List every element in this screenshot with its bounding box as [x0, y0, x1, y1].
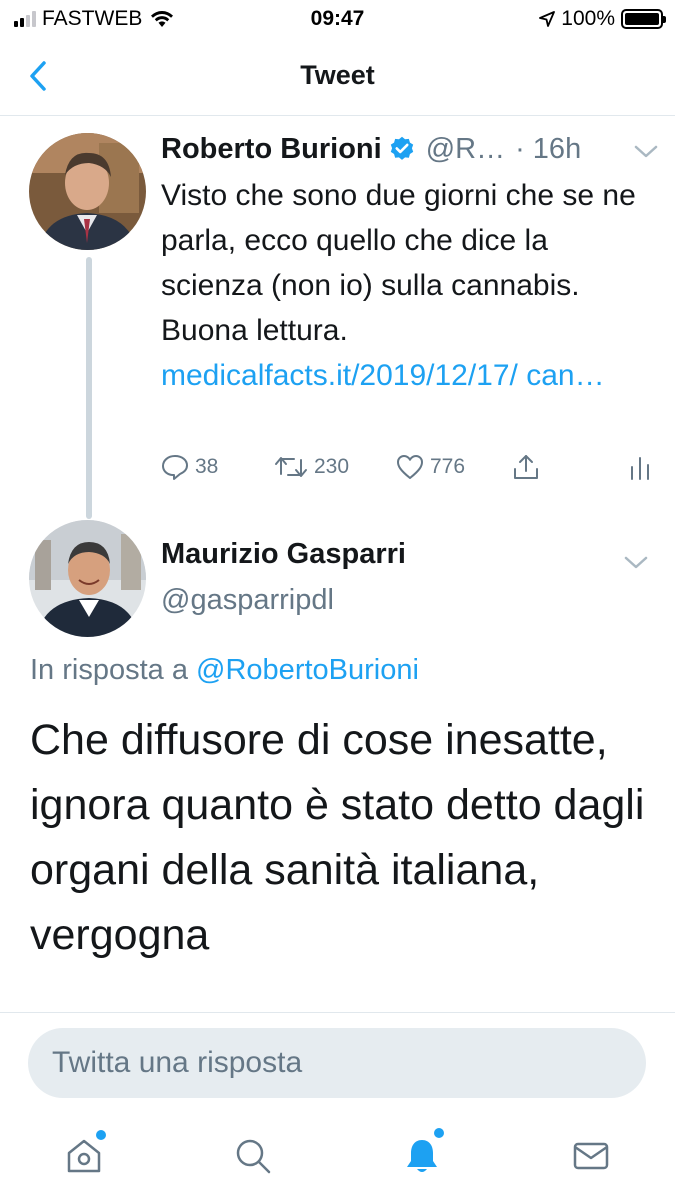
reply-action[interactable]: 38 [161, 454, 274, 480]
retweet-count: 230 [314, 455, 350, 478]
like-action[interactable]: 776 [396, 454, 512, 480]
chevron-down-icon[interactable] [631, 141, 661, 161]
author-name[interactable]: Maurizio Gasparri [161, 538, 406, 571]
carrier-name: FASTWEB [42, 7, 143, 30]
retweet-action[interactable]: 230 [274, 454, 396, 480]
home-notification-dot [96, 1130, 107, 1140]
signal-icon [14, 11, 36, 27]
share-icon [514, 455, 538, 479]
tweet-body: Visto che sono due giorni che se ne parl… [161, 179, 636, 347]
share-action[interactable] [512, 453, 617, 481]
reply-icon [162, 455, 188, 480]
tweet-text: Visto che sono due giorni che se ne parl… [161, 173, 641, 398]
battery-fill [625, 13, 659, 25]
notifications-icon [406, 1140, 437, 1172]
messages-icon [573, 1142, 608, 1170]
reply-bar [0, 1012, 675, 1112]
nav-bar: Tweet [0, 40, 675, 116]
tab-notifications[interactable] [382, 1116, 462, 1196]
heart-icon [397, 455, 423, 479]
battery-icon [621, 9, 666, 29]
home-icon [68, 1139, 101, 1173]
tab-messages[interactable] [551, 1116, 631, 1196]
tweet-time: · 16h [515, 132, 582, 165]
tab-home[interactable] [44, 1116, 124, 1196]
status-right: 100% [539, 7, 666, 31]
author-name[interactable]: Roberto Burioni [161, 133, 382, 166]
analytics-icon [631, 457, 649, 480]
reply-mention-link[interactable]: @RobertoBurioni [196, 654, 419, 686]
search-icon [236, 1139, 271, 1174]
avatar-roberto-burioni[interactable] [29, 133, 146, 250]
chevron-down-icon[interactable] [621, 552, 651, 572]
reply-count: 38 [195, 455, 219, 478]
wifi-icon [151, 11, 174, 27]
battery-percent: 100% [561, 7, 615, 30]
avatar-maurizio-gasparri[interactable] [29, 520, 146, 637]
analytics-action[interactable] [629, 454, 651, 480]
like-count: 776 [430, 455, 466, 478]
reply-input[interactable] [28, 1028, 646, 1098]
tab-bar [0, 1112, 675, 1200]
status-left: FASTWEB [14, 7, 174, 31]
author-handle[interactable]: @gasparripdl [161, 584, 334, 617]
verified-badge-icon [390, 136, 413, 160]
status-bar: FASTWEB 09:47 100% [0, 0, 675, 40]
tweet-header: Roberto Burioni @R… · 16h [161, 129, 661, 169]
tab-search[interactable] [213, 1116, 293, 1196]
tweet-actions: 38 230 776 [161, 447, 651, 487]
page-title: Tweet [300, 60, 375, 90]
reply-context: In risposta a @RobertoBurioni [30, 654, 419, 687]
retweet-icon [275, 457, 307, 477]
notifications-dot [433, 1128, 444, 1138]
author-handle[interactable]: @R… [426, 133, 505, 166]
location-arrow-icon [539, 11, 556, 27]
tweet-link[interactable]: medicalfacts.it/2019/12/17/ can… [161, 359, 605, 392]
reply-prefix: In risposta a [30, 654, 188, 686]
thread-line [86, 257, 92, 519]
tweet-text: Che diffusore di cose inesatte, ignora q… [30, 716, 645, 959]
